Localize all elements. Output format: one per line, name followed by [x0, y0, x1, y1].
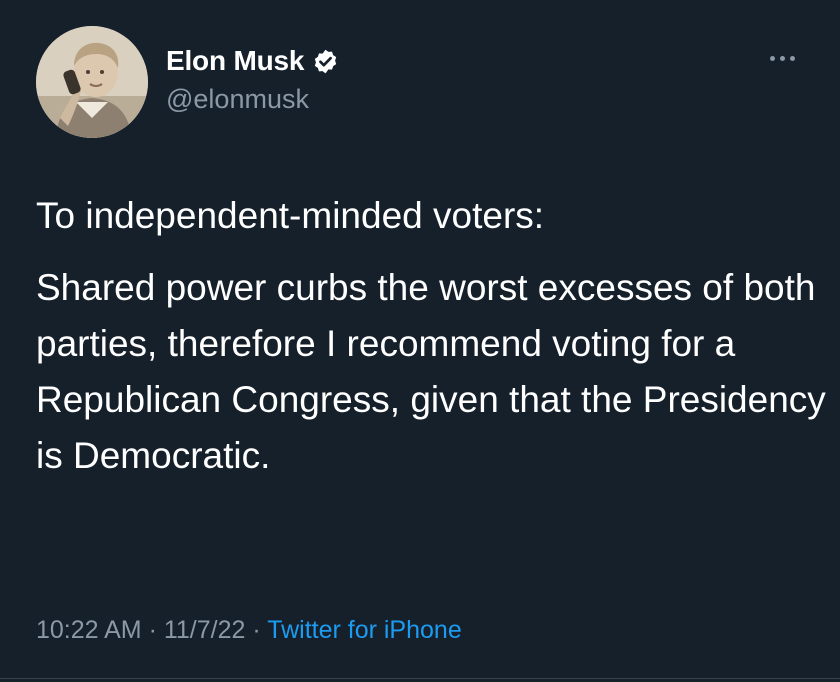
avatar-photo-icon: [36, 26, 148, 138]
tweet-card: Elon Musk @elonmusk To independent-minde…: [0, 0, 840, 682]
meta-separator: ·: [245, 616, 268, 644]
more-options-icon[interactable]: [770, 56, 795, 61]
tweet-text-line1: To independent-minded voters:: [36, 195, 545, 236]
tweet-text-body: Shared power curbs the worst excesses of…: [36, 267, 826, 476]
author-info: Elon Musk @elonmusk: [166, 44, 339, 115]
display-name-row: Elon Musk: [166, 44, 339, 78]
tweet-source-link[interactable]: Twitter for iPhone: [267, 616, 462, 644]
verified-badge-icon: [312, 48, 339, 75]
tweet-time[interactable]: 10:22 AM: [36, 616, 142, 644]
divider: [0, 678, 840, 679]
tweet-text: To independent-minded voters: Shared pow…: [36, 188, 826, 484]
tweet-date[interactable]: 11/7/22: [164, 616, 246, 644]
tweet-meta: 10:22 AM · 11/7/22 · Twitter for iPhone: [36, 616, 462, 645]
user-handle[interactable]: @elonmusk: [166, 84, 339, 115]
display-name[interactable]: Elon Musk: [166, 45, 304, 77]
avatar[interactable]: [36, 26, 148, 138]
meta-separator: ·: [141, 616, 164, 644]
